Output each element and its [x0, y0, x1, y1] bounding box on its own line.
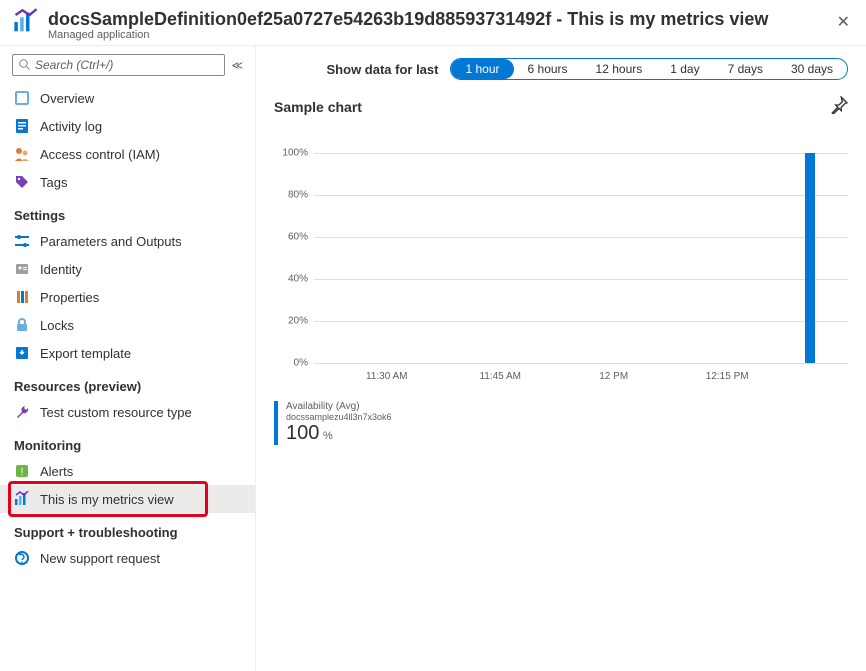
time-pill-6hours[interactable]: 6 hours: [514, 59, 582, 79]
metrics-icon: [14, 491, 30, 507]
export-template-icon: [14, 345, 30, 361]
sidebar-item-parameters[interactable]: Parameters and Outputs: [0, 227, 255, 255]
legend-unit: %: [323, 430, 333, 442]
sidebar: Search (Ctrl+/) ≪ Overview Activity log …: [0, 46, 256, 671]
time-range-pills: 1 hour 6 hours 12 hours 1 day 7 days 30 …: [450, 58, 848, 80]
chart-legend: Availability (Avg) docssamplezu4ll3n7x3o…: [274, 401, 848, 445]
sidebar-item-locks[interactable]: Locks: [0, 311, 255, 339]
svg-text:!: !: [21, 467, 24, 478]
time-pill-1day[interactable]: 1 day: [656, 59, 713, 79]
sidebar-item-properties[interactable]: Properties: [0, 283, 255, 311]
time-pill-12hours[interactable]: 12 hours: [582, 59, 657, 79]
blade-header: docsSampleDefinition0ef25a0727e54263b19d…: [0, 0, 866, 46]
y-tick: 20%: [288, 316, 308, 327]
time-range-label: Show data for last: [327, 62, 439, 77]
chart-area: 0%20%40%60%80%100% 11:30 AM11:45 AM12 PM…: [274, 153, 848, 393]
sidebar-item-access-control[interactable]: Access control (IAM): [0, 140, 255, 168]
properties-icon: [14, 289, 30, 305]
parameters-icon: [14, 233, 30, 249]
y-tick: 80%: [288, 190, 308, 201]
identity-icon: [14, 261, 30, 277]
y-tick: 40%: [288, 274, 308, 285]
x-tick: 11:30 AM: [366, 371, 408, 382]
x-tick: 12:15 PM: [706, 371, 749, 382]
sidebar-item-export-template[interactable]: Export template: [0, 339, 255, 367]
x-tick: 12 PM: [599, 371, 628, 382]
page-title: docsSampleDefinition0ef25a0727e54263b19d…: [48, 8, 833, 30]
chart-bar: [805, 153, 815, 363]
sidebar-item-identity[interactable]: Identity: [0, 255, 255, 283]
legend-metric-name: Availability (Avg): [286, 401, 392, 412]
time-pill-30days[interactable]: 30 days: [777, 59, 847, 79]
sidebar-item-test-custom-resource[interactable]: Test custom resource type: [0, 398, 255, 426]
main-content: Show data for last 1 hour 6 hours 12 hou…: [256, 46, 866, 671]
legend-color-swatch: [274, 401, 278, 445]
close-button[interactable]: ✕: [833, 8, 854, 36]
legend-resource-name: docssamplezu4ll3n7x3ok6: [286, 412, 392, 422]
overview-icon: [14, 90, 30, 106]
collapse-sidebar-icon[interactable]: ≪: [231, 59, 243, 72]
time-range-row: Show data for last 1 hour 6 hours 12 hou…: [274, 58, 848, 80]
support-icon: [14, 550, 30, 566]
wrench-icon: [14, 404, 30, 420]
sidebar-group-monitoring: Monitoring: [0, 426, 255, 457]
access-control-icon: [14, 146, 30, 162]
sidebar-group-settings: Settings: [0, 196, 255, 227]
sidebar-item-overview[interactable]: Overview: [0, 84, 255, 112]
x-tick: 11:45 AM: [479, 371, 521, 382]
y-tick: 60%: [288, 232, 308, 243]
chart-title: Sample chart: [274, 99, 362, 115]
sidebar-group-support: Support + troubleshooting: [0, 513, 255, 544]
pin-button[interactable]: [830, 96, 848, 117]
sidebar-item-tags[interactable]: Tags: [0, 168, 255, 196]
search-icon: [19, 59, 31, 71]
time-pill-7days[interactable]: 7 days: [714, 59, 777, 79]
y-tick: 100%: [282, 148, 308, 159]
sidebar-group-resources: Resources (preview): [0, 367, 255, 398]
sidebar-item-activity-log[interactable]: Activity log: [0, 112, 255, 140]
page-subtitle: Managed application: [48, 29, 833, 41]
y-tick: 0%: [294, 358, 308, 369]
search-input[interactable]: Search (Ctrl+/): [12, 54, 225, 76]
pin-icon: [830, 96, 848, 114]
sidebar-item-alerts[interactable]: !Alerts: [0, 457, 255, 485]
legend-value: 100: [286, 422, 319, 444]
time-pill-1hour[interactable]: 1 hour: [451, 59, 513, 79]
sidebar-item-metrics-view[interactable]: This is my metrics view: [0, 485, 255, 513]
tags-icon: [14, 174, 30, 190]
metrics-icon: [12, 8, 40, 36]
activity-log-icon: [14, 118, 30, 134]
locks-icon: [14, 317, 30, 333]
alerts-icon: !: [14, 463, 30, 479]
sidebar-item-new-support-request[interactable]: New support request: [0, 544, 255, 572]
